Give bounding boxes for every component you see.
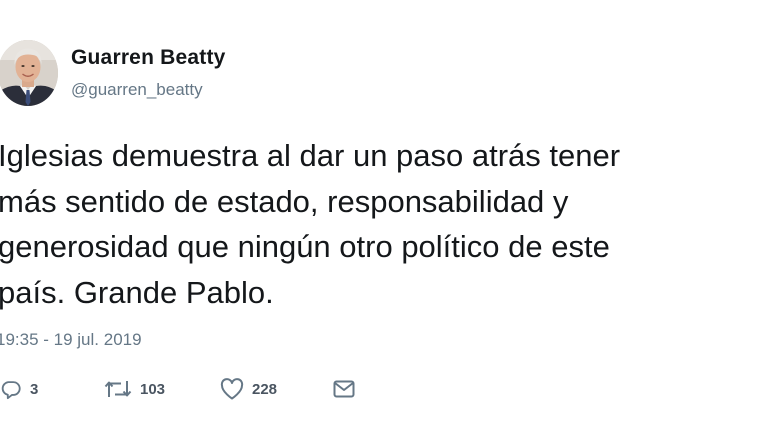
avatar[interactable] <box>0 40 58 106</box>
tweet-text-line: país. Grande Pablo. <box>0 274 274 310</box>
envelope-icon <box>332 378 356 400</box>
author-name[interactable]: Guarren Beatty <box>71 46 226 70</box>
retweet-count: 103 <box>140 380 166 398</box>
retweet-button[interactable]: 103 <box>104 372 165 406</box>
like-button[interactable]: 228 <box>220 372 277 406</box>
author-handle[interactable]: @guarren_beatty <box>71 80 203 100</box>
reply-button[interactable]: 3 <box>0 372 38 406</box>
tweet-text-line: Iglesias demuestra al dar un paso atrás … <box>0 138 621 173</box>
reply-icon <box>0 378 22 400</box>
tweet-text: Iglesias demuestra al dar un paso atrás … <box>0 133 768 315</box>
reply-count: 3 <box>30 380 39 398</box>
tweet-text-line: más sentido de estado, responsabilidad y <box>0 183 569 219</box>
tweet-actions: 3 103 228 <box>0 372 400 406</box>
direct-message-button[interactable] <box>332 372 356 406</box>
tweet-text-line: generosidad que ningún otro político de … <box>0 229 610 264</box>
retweet-icon <box>104 378 132 400</box>
tweet-timestamp[interactable]: 19:35 - 19 jul. 2019 <box>0 330 142 350</box>
like-count: 228 <box>252 380 278 398</box>
heart-icon <box>220 378 244 400</box>
avatar-photo <box>0 40 58 106</box>
tweet-card: Guarren Beatty @guarren_beatty Iglesias … <box>0 0 768 432</box>
